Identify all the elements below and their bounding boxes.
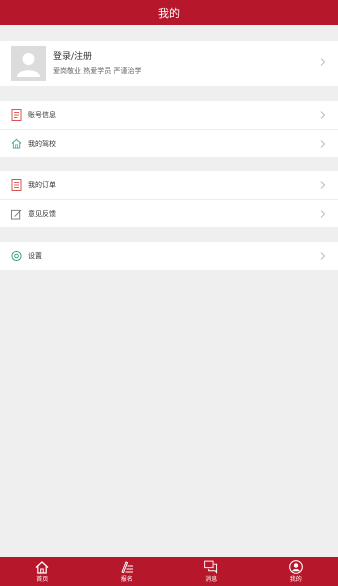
tab-label: 我的 xyxy=(289,576,302,583)
order-list-icon xyxy=(11,179,22,191)
menu-item-my-orders[interactable]: 我的订单 xyxy=(0,171,338,199)
home-icon xyxy=(35,560,49,574)
menu-item-label: 账号信息 xyxy=(28,111,56,119)
settings-group-settings: 设置 xyxy=(0,242,338,270)
tab-signup[interactable]: 报名 xyxy=(85,557,170,586)
login-register-link[interactable]: 登录/注册 xyxy=(53,51,141,63)
top-nav-bar: 我的 xyxy=(0,0,338,25)
tab-messages[interactable]: 消息 xyxy=(169,557,254,586)
user-placeholder-icon xyxy=(17,53,40,77)
chevron-right-icon xyxy=(320,209,326,218)
bottom-tab-bar: 首页 报名 消息 我的 xyxy=(0,557,338,586)
settings-group-account: 账号信息 我的驾校 xyxy=(0,101,338,157)
tab-label: 报名 xyxy=(120,576,133,583)
tab-me[interactable]: 我的 xyxy=(254,557,338,586)
tab-label: 首页 xyxy=(36,576,49,583)
tab-label: 消息 xyxy=(205,576,218,583)
menu-item-label: 我的订单 xyxy=(28,181,56,189)
menu-item-feedback[interactable]: 意见反馈 xyxy=(0,199,338,227)
menu-item-account-info[interactable]: 账号信息 xyxy=(0,101,338,129)
avatar xyxy=(11,46,46,81)
profile-icon xyxy=(288,560,303,574)
home-icon xyxy=(11,138,22,149)
menu-item-my-driving-school[interactable]: 我的驾校 xyxy=(0,129,338,157)
chevron-right-icon xyxy=(320,252,326,260)
profile-motto: 爱岗敬业 热爱学员 严谨治学 xyxy=(53,67,142,75)
menu-item-label: 意见反馈 xyxy=(28,209,56,218)
edit-icon xyxy=(11,208,22,219)
menu-item-label: 设置 xyxy=(28,252,42,260)
chevron-right-icon xyxy=(320,181,326,189)
message-icon xyxy=(204,560,218,574)
chevron-right-icon xyxy=(320,111,326,119)
document-icon xyxy=(11,109,22,121)
chevron-right-icon xyxy=(320,58,326,66)
menu-item-settings[interactable]: 设置 xyxy=(0,242,338,270)
gear-icon xyxy=(11,250,22,262)
page-title: 我的 xyxy=(158,6,180,20)
chevron-right-icon xyxy=(320,139,326,148)
signup-icon xyxy=(120,560,134,574)
menu-item-label: 我的驾校 xyxy=(28,139,56,148)
profile-login-card[interactable]: 登录/注册 爱岗敬业 热爱学员 严谨治学 xyxy=(0,41,338,86)
settings-group-orders: 我的订单 意见反馈 xyxy=(0,171,338,227)
tab-home[interactable]: 首页 xyxy=(0,557,85,586)
